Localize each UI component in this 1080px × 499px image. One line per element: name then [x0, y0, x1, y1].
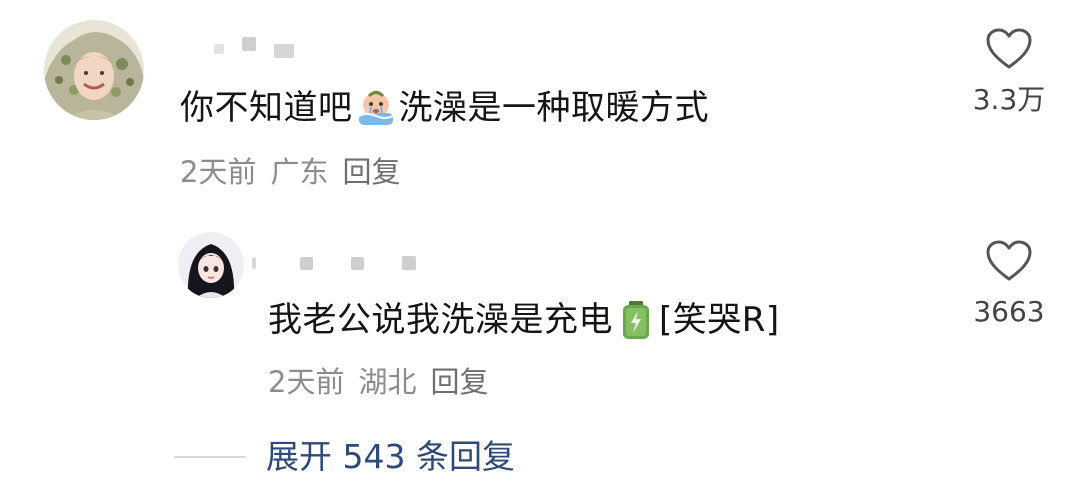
comment-thread: 你不知道吧 洗澡是一种取暖方式 2天前 广东 回复 3.3万 我老公说我洗澡是充… [0, 0, 1080, 499]
comment-text: 你不知道吧 洗澡是一种取暖方式 [180, 87, 709, 129]
crying-in-bath-emoji [355, 87, 397, 129]
comment-region: 湖北 [358, 365, 417, 399]
like-button[interactable]: 3663 [954, 239, 1064, 329]
like-button[interactable]: 3.3万 [954, 27, 1064, 117]
divider [174, 456, 246, 458]
username-redacted[interactable] [214, 30, 294, 58]
comment-meta: 2天前 广东 回复 [180, 154, 400, 190]
like-count: 3663 [973, 295, 1045, 328]
reply-button[interactable]: 回复 [430, 365, 488, 399]
avatar[interactable] [44, 20, 144, 120]
battery-charging-emoji [615, 299, 657, 341]
heart-icon[interactable] [985, 27, 1033, 71]
expand-replies-button[interactable]: 展开 543 条回复 [266, 436, 515, 478]
username-redacted[interactable] [252, 256, 416, 270]
reply-button[interactable]: 回复 [342, 155, 400, 189]
comment-time: 2天前 [180, 155, 257, 189]
comment-time: 2天前 [268, 365, 345, 399]
comment-meta: 2天前 湖北 回复 [268, 364, 488, 400]
comment-text: 我老公说我洗澡是充电 [笑哭R] [268, 299, 780, 341]
like-count: 3.3万 [972, 83, 1046, 116]
comment-region: 广东 [270, 155, 329, 189]
heart-icon[interactable] [985, 239, 1033, 283]
avatar[interactable] [178, 232, 244, 298]
